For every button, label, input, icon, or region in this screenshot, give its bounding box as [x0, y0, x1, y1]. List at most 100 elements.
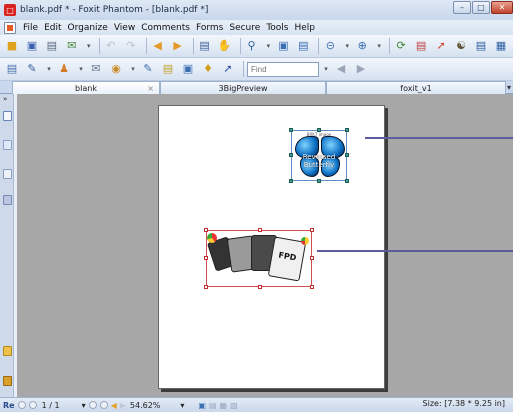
ereader-image-annotation[interactable]: FPD — [204, 228, 314, 289]
resize-handle[interactable] — [310, 228, 314, 232]
back-view-icon[interactable]: ◀ — [111, 401, 117, 410]
maximize-button[interactable]: □ — [472, 1, 490, 14]
find-previous-icon[interactable]: ◀ — [333, 61, 349, 77]
lock-icon[interactable]: ◉ — [108, 61, 124, 77]
forward-view-icon[interactable]: ▶ — [120, 401, 126, 410]
resize-handle[interactable] — [289, 128, 293, 132]
resize-handle[interactable] — [345, 179, 349, 183]
comments-panel-icon[interactable] — [3, 346, 12, 356]
binoculars-icon[interactable]: ☯ — [453, 38, 469, 54]
select-text-icon[interactable]: ▤ — [197, 38, 213, 54]
image-tool-icon[interactable]: ▦ — [493, 38, 509, 54]
menu-organize[interactable]: Organize — [65, 23, 111, 33]
resize-handle[interactable] — [289, 153, 293, 157]
attachments-panel-icon[interactable] — [3, 376, 12, 386]
zoom-icon[interactable]: ⚲ — [244, 38, 260, 54]
menu-forms[interactable]: Forms — [193, 23, 226, 33]
menu-tools[interactable]: Tools — [263, 23, 291, 33]
page-select-chevron-icon[interactable]: ▾ — [82, 401, 86, 410]
pages-icon[interactable] — [3, 111, 12, 121]
chevron-down-icon[interactable]: ▾ — [263, 38, 273, 54]
previous-page-icon[interactable] — [28, 401, 37, 409]
last-page-icon[interactable] — [99, 401, 108, 409]
tab-3bigpreview[interactable]: 3BigPreview — [160, 81, 326, 94]
chevron-down-icon[interactable]: ▾ — [342, 38, 352, 54]
note-icon[interactable]: ▣ — [180, 61, 196, 77]
find-input[interactable] — [247, 61, 319, 77]
bookmarks-icon[interactable] — [3, 140, 12, 150]
print-icon[interactable]: ▤ — [44, 38, 60, 54]
email-icon[interactable]: ✉ — [64, 38, 80, 54]
first-page-icon[interactable] — [17, 401, 26, 409]
resize-handle[interactable] — [289, 179, 293, 183]
page-number[interactable]: 1 / 1 — [42, 401, 60, 410]
forward-arrow-icon[interactable]: ▶ — [170, 38, 186, 54]
zoom-in-icon[interactable]: ⊕ — [354, 38, 370, 54]
resize-handle[interactable] — [317, 128, 321, 132]
menu-file[interactable]: File — [20, 23, 41, 33]
highlight-icon[interactable]: ▤ — [160, 61, 176, 77]
typewriter-icon[interactable]: ▤ — [413, 38, 429, 54]
tab-blank[interactable]: blank × — [12, 81, 160, 94]
comment-icon[interactable]: ♦ — [200, 61, 216, 77]
foxit-app-icon[interactable]: □ — [4, 4, 16, 16]
menu-help[interactable]: Help — [291, 23, 318, 33]
tab-overflow-icon[interactable]: ▾ — [507, 81, 511, 94]
find-next-icon[interactable]: ▶ — [353, 61, 369, 77]
edit-doc-icon[interactable]: ✎ — [140, 61, 156, 77]
minimize-button[interactable]: – — [453, 1, 471, 14]
resize-handle[interactable] — [258, 285, 262, 289]
pointer-icon[interactable]: ➚ — [433, 38, 449, 54]
pen-icon[interactable]: ✎ — [24, 61, 40, 77]
arrow-annotation-icon[interactable]: ➚ — [220, 61, 236, 77]
document-menu-icon[interactable] — [4, 21, 16, 34]
chevron-down-icon[interactable]: ▾ — [374, 38, 384, 54]
chevron-down-icon[interactable]: ▾ — [44, 61, 54, 77]
document-view[interactable]: BRK7 image Reversed Butterfly FPD — [17, 94, 513, 397]
menu-view[interactable]: View — [111, 23, 138, 33]
layout-icon[interactable]: ▤ — [4, 61, 20, 77]
attach-icon[interactable]: ✉ — [88, 61, 104, 77]
chevron-down-icon[interactable]: ▾ — [76, 61, 86, 77]
resize-handle[interactable] — [317, 179, 321, 183]
continuous-facing-icon[interactable]: ▧ — [230, 401, 238, 410]
single-page-icon[interactable]: ▣ — [198, 401, 206, 410]
resize-handle[interactable] — [345, 153, 349, 157]
save-icon[interactable]: ▣ — [24, 38, 40, 54]
zoom-chevron-icon[interactable]: ▾ — [180, 401, 184, 410]
butterfly-image-annotation[interactable]: BRK7 image Reversed Butterfly — [289, 128, 349, 183]
next-page-icon[interactable] — [88, 401, 97, 409]
chevron-down-icon[interactable]: ▾ — [128, 61, 138, 77]
continuous-icon[interactable]: ▤ — [209, 401, 217, 410]
menu-comments[interactable]: Comments — [138, 23, 193, 33]
resize-handle[interactable] — [204, 256, 208, 260]
undo-icon[interactable]: ↶ — [103, 38, 119, 54]
resize-handle[interactable] — [310, 256, 314, 260]
layers-icon[interactable] — [3, 195, 12, 205]
redo-icon[interactable]: ↷ — [123, 38, 139, 54]
fit-page-icon[interactable]: ▣ — [275, 38, 291, 54]
zoom-out-icon[interactable]: ⊝ — [322, 38, 338, 54]
pdf-page[interactable]: BRK7 image Reversed Butterfly FPD — [158, 105, 385, 389]
facing-icon[interactable]: ▦ — [220, 401, 228, 410]
resize-handle[interactable] — [345, 128, 349, 132]
resize-handle[interactable] — [204, 228, 208, 232]
rotate-icon[interactable]: ⟳ — [393, 38, 409, 54]
hand-icon[interactable]: ✋ — [217, 38, 233, 54]
resize-handle[interactable] — [204, 285, 208, 289]
close-button[interactable]: ✕ — [491, 1, 513, 14]
resize-handle[interactable] — [258, 228, 262, 232]
read-mode-label[interactable]: Re — [3, 401, 15, 410]
fit-width-icon[interactable]: ▤ — [295, 38, 311, 54]
panel-expand-icon[interactable]: » — [3, 96, 12, 103]
menu-secure[interactable]: Secure — [226, 23, 263, 33]
zoom-level[interactable]: 54.62% — [130, 401, 161, 410]
chevron-down-icon[interactable]: ▾ — [321, 61, 331, 77]
chevron-down-icon[interactable]: ▾ — [84, 38, 94, 54]
open-folder-icon[interactable]: ■ — [4, 38, 20, 54]
menu-edit[interactable]: Edit — [41, 23, 64, 33]
signature-icon[interactable] — [3, 169, 12, 179]
text-tool-icon[interactable]: ▤ — [473, 38, 489, 54]
tab-foxit-v1[interactable]: foxit_v1 — [326, 81, 506, 94]
resize-handle[interactable] — [310, 285, 314, 289]
